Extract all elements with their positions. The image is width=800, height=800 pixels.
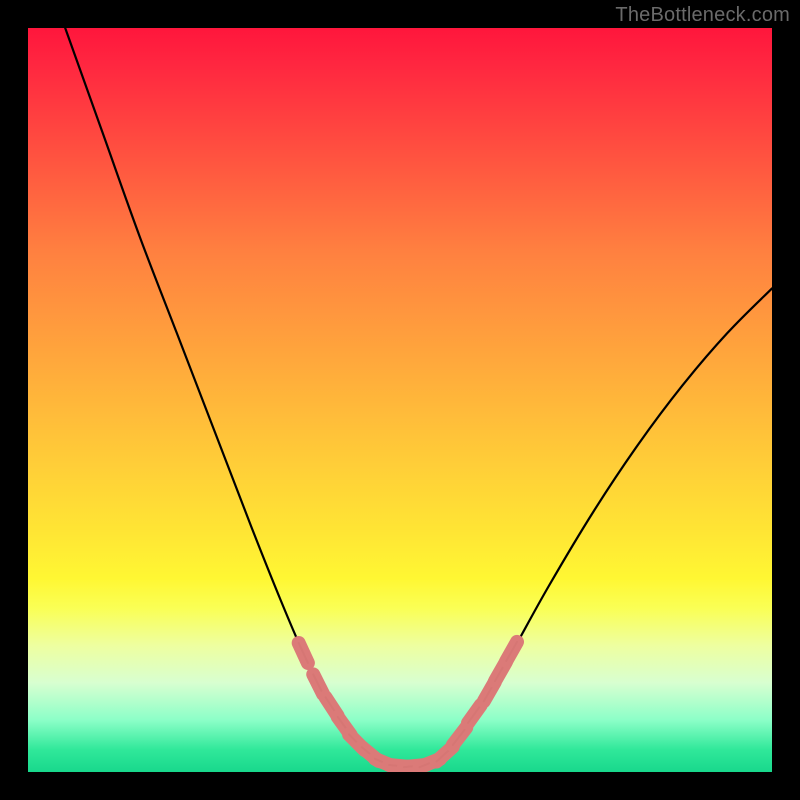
plot-area <box>28 28 772 772</box>
watermark-text: TheBottleneck.com <box>615 4 790 27</box>
